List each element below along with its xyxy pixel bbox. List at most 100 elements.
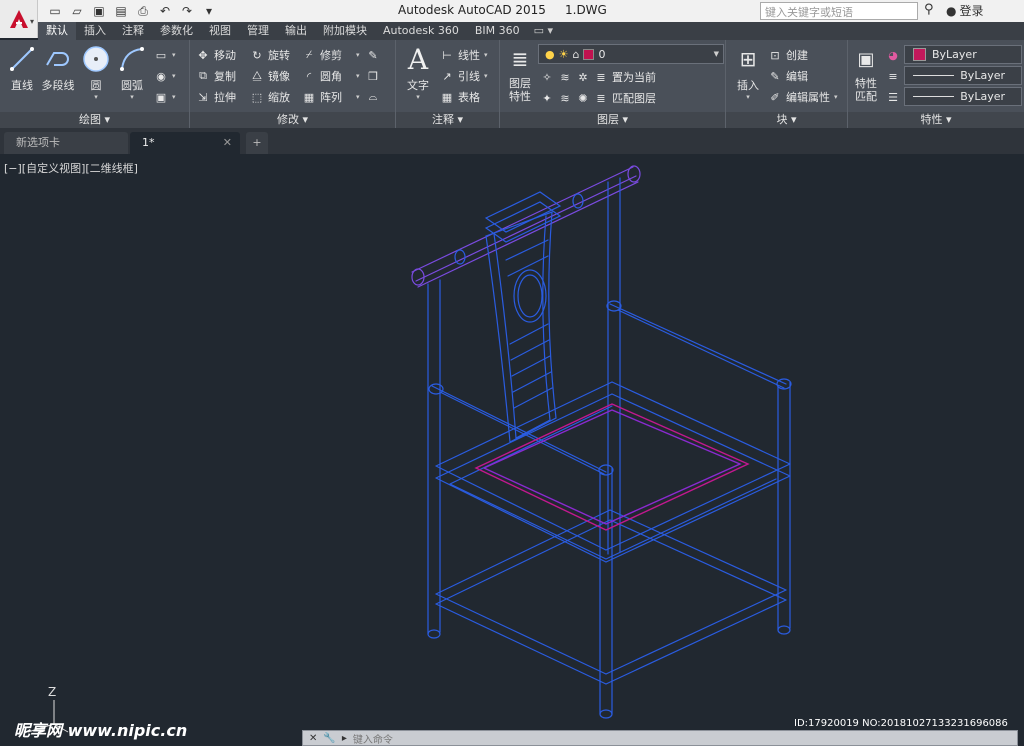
- save-as-icon[interactable]: ▤: [112, 2, 130, 20]
- save-icon[interactable]: ▣: [90, 2, 108, 20]
- tab-bim-360[interactable]: BIM 360: [467, 22, 528, 40]
- tab-output[interactable]: 输出: [277, 22, 315, 40]
- sign-in-button[interactable]: ● 登录: [946, 2, 984, 19]
- match-properties-button[interactable]: ▣ 特性 匹配: [848, 44, 884, 104]
- redo-icon[interactable]: ↷: [178, 2, 196, 20]
- explode-button[interactable]: ❒: [366, 67, 380, 85]
- color-wheel-icon[interactable]: ◕: [886, 46, 900, 64]
- layer-dropdown-caret-icon: ▼: [713, 50, 719, 58]
- table-button[interactable]: ▦ 表格: [440, 88, 480, 106]
- tab-autodesk-360[interactable]: Autodesk 360: [375, 22, 467, 40]
- set-current-button[interactable]: 置为当前: [612, 69, 656, 85]
- ribbon-minimize-icon[interactable]: ▭ ▾: [534, 22, 553, 40]
- layer-off-icon[interactable]: ✧: [540, 70, 554, 84]
- rotate-button[interactable]: ↻ 旋转: [250, 46, 290, 64]
- leader-button[interactable]: ↗ 引线 ▾: [440, 67, 487, 85]
- rectangle-button[interactable]: ▭ ▾: [154, 46, 176, 64]
- mirror-button[interactable]: ⧋ 镜像: [250, 67, 290, 85]
- block-panel-title[interactable]: 块 ▾: [726, 112, 847, 128]
- layer-isolate-icon[interactable]: ≋: [558, 70, 572, 84]
- layer-lock-tool-icon[interactable]: ≣: [594, 70, 608, 84]
- lineweight-dropdown[interactable]: ByLayer: [904, 87, 1022, 106]
- layer-unlock-tool-icon[interactable]: ≣: [594, 91, 608, 105]
- circle-button[interactable]: 圆 ▾: [76, 44, 116, 101]
- linetype-icon[interactable]: ≡: [886, 67, 900, 85]
- lineweight-icon[interactable]: ☰: [886, 88, 900, 106]
- layer-dropdown[interactable]: ● ☀ ⌂ 0 ▼: [538, 44, 724, 64]
- boundary-button[interactable]: ▣ ▾: [154, 88, 176, 106]
- line-button[interactable]: 直线: [2, 44, 42, 93]
- tab-parametric[interactable]: 参数化: [152, 22, 201, 40]
- polyline-button[interactable]: 多段线: [37, 44, 79, 93]
- fillet-button[interactable]: ◜ 圆角 ▾: [302, 67, 360, 85]
- close-tab-icon[interactable]: ✕: [223, 132, 232, 154]
- arc-button[interactable]: 圆弧 ▾: [112, 44, 152, 101]
- scale-button[interactable]: ⬚ 缩放: [250, 88, 290, 106]
- edit-attributes-button[interactable]: ✐ 编辑属性 ▾: [768, 88, 837, 106]
- tab-annotate[interactable]: 注释: [114, 22, 152, 40]
- drawing-viewport[interactable]: [−][自定义视图][二维线框] Z 昵享网 www.nipic.cn ID:1…: [0, 154, 1024, 746]
- layer-thaw-tool-icon[interactable]: ✺: [576, 91, 590, 105]
- tab-default[interactable]: 默认: [38, 22, 76, 40]
- undo-icon[interactable]: ↶: [156, 2, 174, 20]
- tab-drawing-1[interactable]: 1* ✕: [130, 132, 240, 154]
- tab-manage[interactable]: 管理: [239, 22, 277, 40]
- plus-icon: +: [252, 136, 262, 149]
- circle-dropdown-icon[interactable]: ▾: [76, 93, 116, 101]
- user-icon: ●: [946, 3, 957, 18]
- layer-on-tool-icon[interactable]: ✦: [540, 91, 554, 105]
- layer-freeze-tool-icon[interactable]: ✲: [576, 70, 590, 84]
- search-input[interactable]: 键入关键字或短语: [760, 2, 918, 20]
- text-button[interactable]: A 文字 ▾: [398, 43, 438, 102]
- chair-frame: [427, 177, 792, 719]
- layer-unisolate-icon[interactable]: ≋: [558, 91, 572, 105]
- open-folder-icon[interactable]: ▱: [68, 2, 86, 20]
- properties-panel-title[interactable]: 特性 ▾: [848, 112, 1024, 128]
- customize-dropdown-icon[interactable]: ▾: [200, 2, 218, 20]
- match-layer-button[interactable]: 匹配图层: [612, 90, 656, 106]
- layer-name: 0: [598, 47, 606, 61]
- autocad-logo-icon: [8, 8, 30, 30]
- layer-properties-button[interactable]: ≣ 图层 特性: [502, 44, 538, 103]
- annotation-panel-title[interactable]: 注释 ▾: [396, 112, 499, 128]
- insert-block-icon: ⊞: [739, 47, 757, 71]
- application-menu-button[interactable]: ▾: [0, 0, 38, 38]
- modify-panel-title[interactable]: 修改 ▾: [190, 112, 395, 128]
- command-prompt-icon: ▸: [341, 732, 347, 744]
- arc-dropdown-icon[interactable]: ▾: [112, 93, 152, 101]
- binoculars-icon[interactable]: ⚲: [924, 2, 934, 17]
- trim-button[interactable]: ⌿ 修剪 ▾: [302, 46, 360, 64]
- linetype-dropdown[interactable]: ByLayer: [904, 66, 1022, 85]
- move-button[interactable]: ✥ 移动: [196, 46, 236, 64]
- close-command-icon[interactable]: ✕: [309, 733, 317, 744]
- offset-button[interactable]: ⌓: [366, 88, 380, 106]
- text-dropdown-icon[interactable]: ▾: [398, 93, 438, 101]
- add-tab-button[interactable]: +: [246, 132, 268, 154]
- erase-button[interactable]: ✎: [366, 46, 380, 64]
- line-icon: [7, 44, 37, 74]
- edit-block-icon: ✎: [770, 69, 780, 83]
- command-settings-icon[interactable]: 🔧: [323, 733, 335, 744]
- tab-insert[interactable]: 插入: [76, 22, 114, 40]
- linear-dim-button[interactable]: ⊢ 线性 ▾: [440, 46, 487, 64]
- insert-dropdown-icon[interactable]: ▾: [728, 93, 768, 101]
- print-icon[interactable]: ⎙: [134, 2, 152, 20]
- tab-addins[interactable]: 附加模块: [315, 22, 375, 40]
- layers-panel-title[interactable]: 图层 ▾: [500, 112, 725, 128]
- insert-block-button[interactable]: ⊞ 插入 ▾: [728, 44, 768, 101]
- tab-view[interactable]: 视图: [201, 22, 239, 40]
- command-input[interactable]: 键入命令: [353, 731, 393, 746]
- hatch-button[interactable]: ◉ ▾: [154, 67, 175, 85]
- tab-new[interactable]: 新选项卡: [4, 132, 128, 154]
- text-label: 文字: [407, 79, 429, 92]
- stretch-button[interactable]: ⇲ 拉伸: [196, 88, 236, 106]
- draw-panel-title[interactable]: 绘图 ▾: [0, 112, 189, 128]
- create-block-button[interactable]: ⊡ 创建: [768, 46, 808, 64]
- array-button[interactable]: ▦ 阵列 ▾: [302, 88, 360, 106]
- command-line[interactable]: ✕ 🔧 ▸ 键入命令: [302, 730, 1018, 746]
- new-file-icon[interactable]: ▭: [46, 2, 64, 20]
- copy-button[interactable]: ⧉ 复制: [196, 67, 236, 85]
- color-dropdown[interactable]: ByLayer: [904, 45, 1022, 64]
- insert-label: 插入: [737, 79, 759, 92]
- edit-block-button[interactable]: ✎ 编辑: [768, 67, 808, 85]
